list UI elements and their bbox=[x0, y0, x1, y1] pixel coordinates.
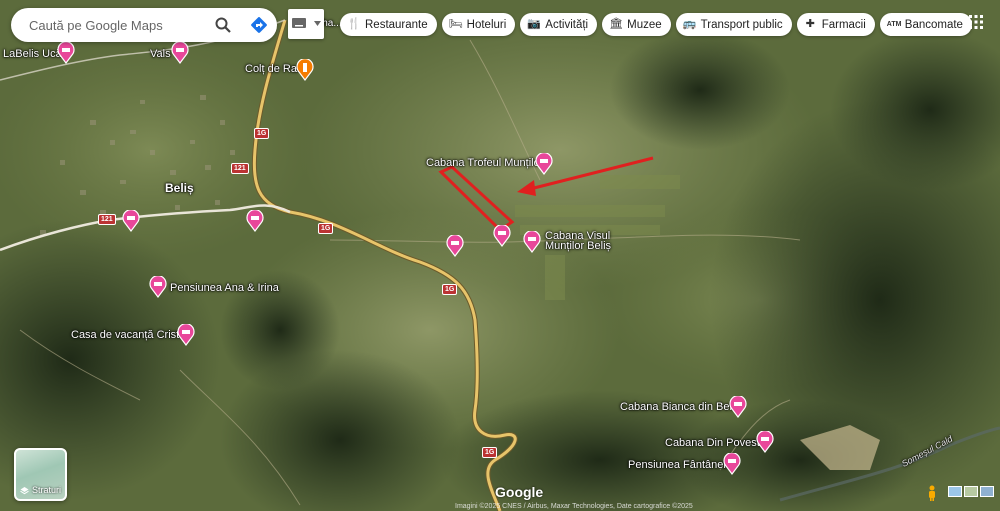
hotel-pin-icon[interactable] bbox=[171, 42, 189, 64]
satellite-map[interactable] bbox=[0, 0, 1000, 511]
place-label[interactable]: Vals bbox=[150, 48, 171, 60]
directions-icon[interactable] bbox=[249, 15, 269, 35]
google-logo: Google bbox=[495, 484, 544, 500]
chevron-down-icon bbox=[314, 21, 321, 26]
search-icon[interactable] bbox=[214, 16, 232, 34]
chip-activities[interactable]: 📷 Activități bbox=[520, 13, 598, 36]
attribution-text: Imagini ©2025 CNES / Airbus, Maxar Techn… bbox=[455, 503, 693, 510]
hotel-pin-icon[interactable] bbox=[57, 42, 75, 64]
chip-hotels[interactable]: 🛏 Hoteluri bbox=[441, 13, 516, 36]
road-shield: 1G bbox=[482, 447, 498, 458]
village-label[interactable]: Beliș bbox=[165, 181, 194, 195]
place-label[interactable]: Casa de vacanță Cristal bbox=[71, 329, 188, 341]
input-tools-button[interactable] bbox=[288, 9, 324, 39]
hotel-pin-icon[interactable] bbox=[535, 153, 553, 175]
atm-icon: ATM bbox=[886, 21, 902, 28]
place-label[interactable]: LaBelis Ucă bbox=[3, 48, 62, 60]
layers-button[interactable]: Straturi bbox=[14, 448, 67, 501]
road-shield: 1G bbox=[318, 223, 334, 234]
museum-icon: 🏛 bbox=[609, 18, 624, 30]
layers-icon bbox=[20, 486, 29, 494]
hotel-pin-icon[interactable] bbox=[122, 210, 140, 232]
road-shield: 121 bbox=[231, 163, 249, 174]
place-label[interactable]: Colț de Rai bbox=[245, 63, 299, 75]
search-box[interactable] bbox=[11, 8, 277, 42]
hotel-pin-icon[interactable] bbox=[756, 431, 774, 453]
place-label[interactable]: Munților Beliș bbox=[545, 240, 611, 252]
camera-icon: 📷 bbox=[527, 18, 541, 30]
fork-knife-icon: 🍴 bbox=[347, 18, 361, 30]
place-label[interactable]: Pensiunea Fântânele bbox=[628, 459, 732, 471]
hotel-pin-icon[interactable] bbox=[723, 453, 741, 475]
layers-label: Straturi bbox=[31, 485, 61, 495]
pharmacy-icon: ✚ bbox=[805, 18, 815, 30]
place-label[interactable]: Cabana Bianca din Beliș bbox=[620, 401, 740, 413]
category-chips: 🍴 Restaurante 🛏 Hoteluri 📷 Activități 🏛 Muze… bbox=[340, 13, 972, 36]
bus-icon: 🚌 bbox=[682, 18, 697, 30]
restaurant-pin-icon[interactable] bbox=[296, 59, 314, 81]
hotel-pin-icon[interactable] bbox=[246, 210, 264, 232]
road-shield: 121 bbox=[98, 214, 116, 225]
imagery-thumbnail[interactable] bbox=[964, 486, 978, 497]
hotel-pin-icon[interactable] bbox=[446, 235, 464, 257]
chip-public-transport[interactable]: 🚌 Transport public bbox=[675, 13, 792, 36]
bed-icon: 🛏 bbox=[448, 18, 463, 30]
chip-atms[interactable]: ATM Bancomate bbox=[879, 13, 972, 36]
hotel-pin-icon[interactable] bbox=[149, 276, 167, 298]
chip-museums[interactable]: 🏛 Muzee bbox=[602, 13, 671, 36]
road-shield: 1G bbox=[442, 284, 458, 295]
hotel-pin-icon[interactable] bbox=[177, 324, 195, 346]
search-input[interactable] bbox=[27, 16, 211, 34]
imagery-thumbnail[interactable] bbox=[948, 486, 962, 497]
apps-grid-icon[interactable] bbox=[968, 14, 984, 30]
imagery-thumbnail[interactable] bbox=[980, 486, 994, 497]
keyboard-icon bbox=[292, 18, 306, 28]
chip-pharmacies[interactable]: ✚ Farmacii bbox=[796, 13, 875, 36]
hotel-pin-icon[interactable] bbox=[493, 225, 511, 247]
place-label[interactable]: Pensiunea Ana & Irina bbox=[170, 282, 279, 294]
road-shield: 1G bbox=[254, 128, 270, 139]
place-label[interactable]: Cabana Din Poveste bbox=[665, 437, 766, 449]
chip-restaurants[interactable]: 🍴 Restaurante bbox=[340, 13, 437, 36]
pegman-icon[interactable] bbox=[926, 485, 938, 501]
hotel-pin-icon[interactable] bbox=[729, 396, 747, 418]
place-label[interactable]: Cabana Trofeul Munților bbox=[426, 157, 543, 169]
hotel-pin-icon[interactable] bbox=[523, 231, 541, 253]
